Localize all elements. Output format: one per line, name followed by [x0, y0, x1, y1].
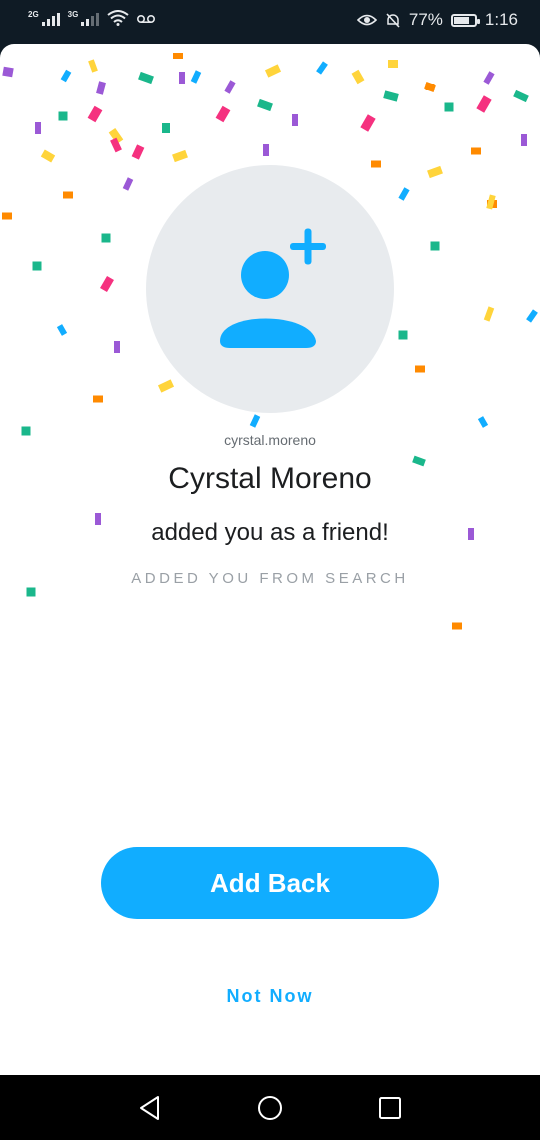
battery-percent: 77%	[408, 10, 443, 29]
confetti-piece	[101, 233, 111, 243]
confetti-piece	[215, 105, 231, 123]
confetti-piece	[35, 122, 41, 134]
avatar	[146, 165, 394, 413]
confetti-piece	[452, 622, 462, 630]
confetti-piece	[26, 587, 36, 597]
confetti-piece	[526, 309, 538, 323]
friend-request-card: cyrstal.moreno Cyrstal Moreno added you …	[0, 44, 540, 1075]
confetti-piece	[173, 53, 183, 59]
confetti-piece	[63, 191, 73, 199]
confetti-piece	[427, 165, 443, 179]
friend-added-message: added you as a friend!	[151, 519, 389, 546]
confetti-piece	[56, 324, 68, 336]
battery-icon	[450, 13, 480, 27]
display-name: Cyrstal Moreno	[168, 462, 372, 495]
confetti-piece	[88, 59, 98, 73]
status-bar-left: 2G 3G	[28, 10, 156, 26]
not-now-button[interactable]: Not Now	[190, 986, 350, 1007]
back-icon	[140, 1096, 159, 1120]
confetti-piece	[224, 80, 236, 94]
navigation-bar	[0, 1075, 540, 1140]
sim1-label: 2G	[28, 10, 39, 19]
confetti-piece	[476, 95, 492, 113]
confetti-piece	[471, 147, 481, 155]
confetti-piece	[425, 84, 435, 90]
confetti-piece	[398, 330, 408, 340]
confetti-piece	[122, 177, 134, 191]
voicemail-icon	[137, 15, 156, 23]
confetti-piece	[32, 261, 42, 271]
status-bar: 2G 3G 77% 1:16	[0, 0, 540, 44]
confetti-piece	[114, 341, 120, 353]
home-button[interactable]	[253, 1091, 287, 1125]
add-friend-icon	[220, 228, 326, 348]
confetti-piece	[96, 81, 106, 95]
confetti-piece	[477, 416, 489, 428]
sim2-label: 3G	[67, 10, 79, 19]
confetti-piece	[2, 212, 12, 220]
confetti-piece	[521, 134, 527, 146]
confetti-piece	[131, 144, 145, 160]
signal-icon: 3G	[68, 10, 100, 26]
back-button[interactable]	[133, 1091, 167, 1125]
recents-button[interactable]	[373, 1091, 407, 1125]
confetti-piece	[292, 114, 298, 126]
signal-icon: 2G	[28, 10, 60, 26]
confetti-piece	[40, 149, 56, 163]
battery-fill	[453, 16, 469, 24]
confetti-piece	[60, 69, 72, 83]
confetti-piece	[172, 149, 188, 163]
username: cyrstal.moreno	[224, 432, 316, 448]
add-back-button[interactable]: Add Back	[101, 847, 439, 919]
confetti-piece	[383, 90, 399, 102]
confetti-piece	[360, 114, 376, 132]
confetti-piece	[316, 61, 328, 75]
confetti-piece	[257, 98, 273, 112]
added-source-label: ADDED YOU FROM SEARCH	[131, 570, 409, 587]
recents-icon	[379, 1097, 401, 1119]
confetti-piece	[430, 241, 440, 251]
confetti-piece	[483, 306, 495, 322]
confetti-piece	[162, 123, 170, 133]
confetti-piece	[58, 111, 68, 121]
confetti-piece	[513, 89, 529, 103]
confetti-piece	[179, 72, 185, 84]
confetti-piece	[2, 66, 14, 78]
confetti-piece	[264, 64, 282, 78]
confetti-piece	[351, 69, 365, 85]
confetti-piece	[263, 144, 269, 156]
wifi-icon	[107, 10, 129, 26]
confetti-piece	[249, 414, 261, 428]
confetti-piece	[138, 71, 154, 85]
confetti-piece	[415, 365, 425, 373]
mute-icon	[386, 13, 400, 28]
clock: 1:16	[484, 10, 518, 29]
confetti-piece	[93, 395, 103, 403]
confetti-piece	[87, 105, 103, 123]
confetti-piece	[483, 71, 495, 85]
confetti-piece	[190, 70, 202, 84]
confetti-piece	[444, 102, 454, 112]
eye-icon	[356, 14, 377, 26]
confetti-piece	[398, 187, 410, 201]
confetti-piece	[100, 275, 114, 293]
confetti-piece	[388, 60, 398, 68]
status-bar-right: 77% 1:16	[356, 10, 518, 30]
home-icon	[258, 1096, 282, 1120]
